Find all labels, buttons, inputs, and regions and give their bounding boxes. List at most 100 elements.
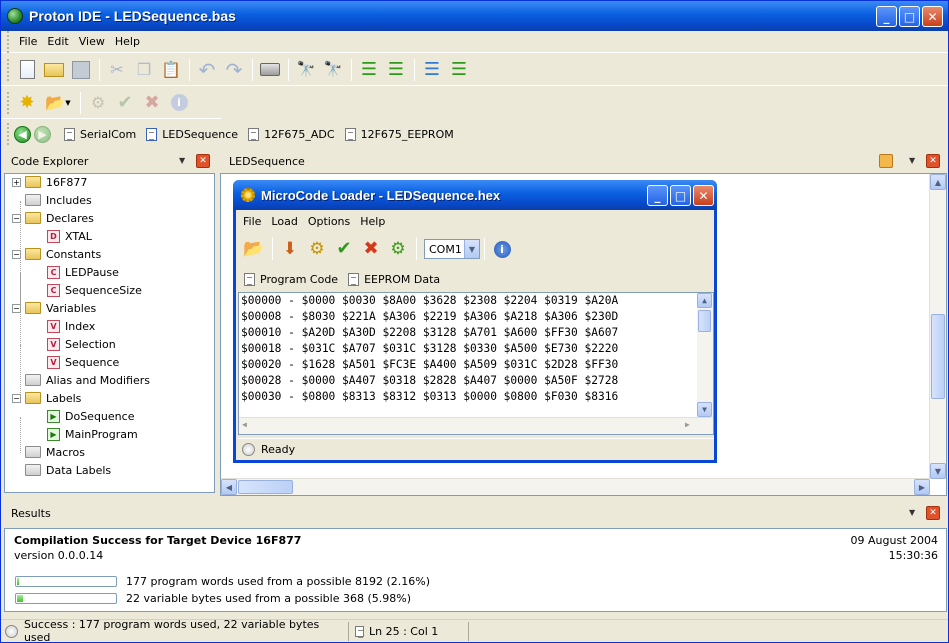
- close-explorer-icon[interactable]: ✕: [196, 154, 210, 168]
- new-project-button[interactable]: ✸: [14, 90, 40, 116]
- loader-minimize-button[interactable]: _: [647, 185, 668, 206]
- tree-item[interactable]: Alias and Modifiers: [12, 371, 150, 389]
- expand-icon[interactable]: +: [12, 177, 21, 187]
- hex-horizontal-scrollbar[interactable]: ◀ ▶: [239, 417, 713, 434]
- scroll-down-icon[interactable]: ▼: [930, 463, 946, 479]
- tab-eeprom-data[interactable]: EEPROM Data: [348, 272, 440, 286]
- tree-item[interactable]: Data Labels: [12, 461, 111, 479]
- tree-item[interactable]: − Declares: [12, 209, 94, 227]
- loader-verify-button[interactable]: ✔: [331, 236, 357, 262]
- stop-button[interactable]: ✖: [139, 90, 165, 116]
- loader-program-button[interactable]: ⬇: [277, 236, 303, 262]
- loader-read-button[interactable]: ⚙: [304, 236, 330, 262]
- menu-view[interactable]: View: [74, 33, 110, 50]
- title-bar[interactable]: Proton IDE - LEDSequence.bas _ □ ✕: [1, 1, 948, 31]
- hex-viewer[interactable]: $00000 - $0000 $0030 $8A00 $3628 $2308 $…: [238, 292, 714, 435]
- cut-button[interactable]: ✂: [104, 57, 130, 83]
- menu-help[interactable]: Help: [110, 33, 145, 50]
- loader-info-button[interactable]: i: [489, 236, 515, 262]
- close-button[interactable]: ✕: [922, 6, 943, 27]
- tree-item[interactable]: C LEDPause: [47, 263, 119, 281]
- tree-item[interactable]: V Selection: [47, 335, 116, 353]
- minimize-button[interactable]: _: [876, 6, 897, 27]
- tree-item[interactable]: ▶ MainProgram: [47, 425, 138, 443]
- tab-ledsequence[interactable]: LEDSequence: [146, 127, 238, 141]
- editor-vertical-scrollbar[interactable]: ▲ ▼: [929, 174, 946, 479]
- loader-menu-load[interactable]: Load: [266, 213, 302, 230]
- comment-button[interactable]: ☰: [419, 57, 445, 83]
- redo-button[interactable]: ↷: [221, 57, 247, 83]
- scroll-thumb[interactable]: [698, 310, 711, 332]
- uncomment-button[interactable]: ☰: [446, 57, 472, 83]
- scroll-thumb[interactable]: [238, 480, 293, 494]
- find-replace-button[interactable]: 🔭: [320, 57, 346, 83]
- compile-program-button[interactable]: ✔: [112, 90, 138, 116]
- new-file-button[interactable]: [14, 57, 40, 83]
- tree-item-label: Variables: [46, 301, 97, 315]
- loader-close-button[interactable]: ✕: [693, 185, 714, 206]
- tree-item[interactable]: V Sequence: [47, 353, 119, 371]
- tab-serialcom[interactable]: SerialCom: [64, 127, 136, 141]
- loader-erase-button[interactable]: ✖: [358, 236, 384, 262]
- outdent-button[interactable]: ☰: [383, 57, 409, 83]
- tree-item[interactable]: C SequenceSize: [47, 281, 142, 299]
- tree-item[interactable]: Includes: [12, 191, 92, 209]
- forward-arrow-icon[interactable]: ▶: [34, 125, 51, 143]
- tree-item[interactable]: − Labels: [12, 389, 81, 407]
- menu-file[interactable]: File: [14, 33, 42, 50]
- loader-status-bar: Ready: [238, 438, 714, 460]
- undo-button[interactable]: ↶: [194, 57, 220, 83]
- tree-item[interactable]: − Constants: [12, 245, 101, 263]
- hex-row: $00010 - $A20D $A30D $2208 $3128 $A701 $…: [241, 326, 619, 339]
- loader-open-button[interactable]: 📂: [241, 236, 267, 262]
- copy-button[interactable]: ❐: [131, 57, 157, 83]
- tree-item[interactable]: +16F877: [12, 174, 87, 191]
- chevron-down-icon[interactable]: ▼: [179, 156, 185, 165]
- save-button[interactable]: [68, 57, 94, 83]
- loader-title-bar[interactable]: MicroCode Loader - LEDSequence.hex _ □ ✕: [233, 180, 717, 210]
- tab-12f675-eeprom[interactable]: 12F675_EEPROM: [344, 127, 454, 141]
- print-button[interactable]: [257, 57, 283, 83]
- com-port-select[interactable]: COM1 ▼: [424, 239, 480, 259]
- tab-program-code[interactable]: Program Code: [244, 272, 338, 286]
- menu-edit[interactable]: Edit: [42, 33, 73, 50]
- info-button[interactable]: i: [166, 90, 192, 116]
- paste-button[interactable]: 📋: [158, 57, 184, 83]
- chevron-down-icon[interactable]: ▼: [909, 508, 915, 517]
- tree-item[interactable]: − Variables: [12, 299, 96, 317]
- close-editor-icon[interactable]: ✕: [926, 154, 940, 168]
- toolbar-separator: [80, 91, 81, 114]
- tree-item[interactable]: V Index: [47, 317, 95, 335]
- editor-horizontal-scrollbar[interactable]: ◀ ▶: [221, 478, 930, 495]
- close-results-icon[interactable]: ✕: [926, 506, 940, 520]
- tab-12f675-adc[interactable]: 12F675_ADC: [248, 127, 335, 141]
- open-project-button[interactable]: 📂 ▼: [41, 90, 75, 116]
- scroll-up-icon[interactable]: ▲: [930, 174, 946, 190]
- open-file-button[interactable]: [41, 57, 67, 83]
- maximize-button[interactable]: □: [899, 6, 920, 27]
- scroll-left-icon[interactable]: ◀: [221, 479, 237, 495]
- loader-maximize-button[interactable]: □: [670, 185, 691, 206]
- indent-button[interactable]: ☰: [356, 57, 382, 83]
- scroll-thumb[interactable]: [931, 314, 945, 399]
- loader-run-button[interactable]: ⚙: [385, 236, 411, 262]
- tree-item[interactable]: ▶ DoSequence: [47, 407, 134, 425]
- scroll-right-icon[interactable]: ▶: [685, 420, 690, 429]
- loader-menu-help[interactable]: Help: [355, 213, 390, 230]
- find-button[interactable]: 🔭: [293, 57, 319, 83]
- loader-menu-options[interactable]: Options: [303, 213, 355, 230]
- window-list-icon[interactable]: [879, 154, 893, 168]
- scroll-left-icon[interactable]: ◀: [242, 420, 247, 429]
- loader-menu-file[interactable]: File: [238, 213, 266, 230]
- tree-item[interactable]: D XTAL: [47, 227, 92, 245]
- chevron-down-icon[interactable]: ▼: [909, 156, 915, 165]
- toolbar-separator: [252, 58, 253, 81]
- document-icon: [64, 127, 75, 141]
- scroll-up-icon[interactable]: ▲: [697, 293, 712, 308]
- scroll-right-icon[interactable]: ▶: [914, 479, 930, 495]
- tree-item[interactable]: Macros: [12, 443, 85, 461]
- hex-vertical-scrollbar[interactable]: ▲ ▼: [697, 293, 713, 417]
- scroll-down-icon[interactable]: ▼: [697, 402, 712, 417]
- back-arrow-icon[interactable]: ◀: [14, 125, 31, 143]
- compile-button[interactable]: ⚙: [85, 90, 111, 116]
